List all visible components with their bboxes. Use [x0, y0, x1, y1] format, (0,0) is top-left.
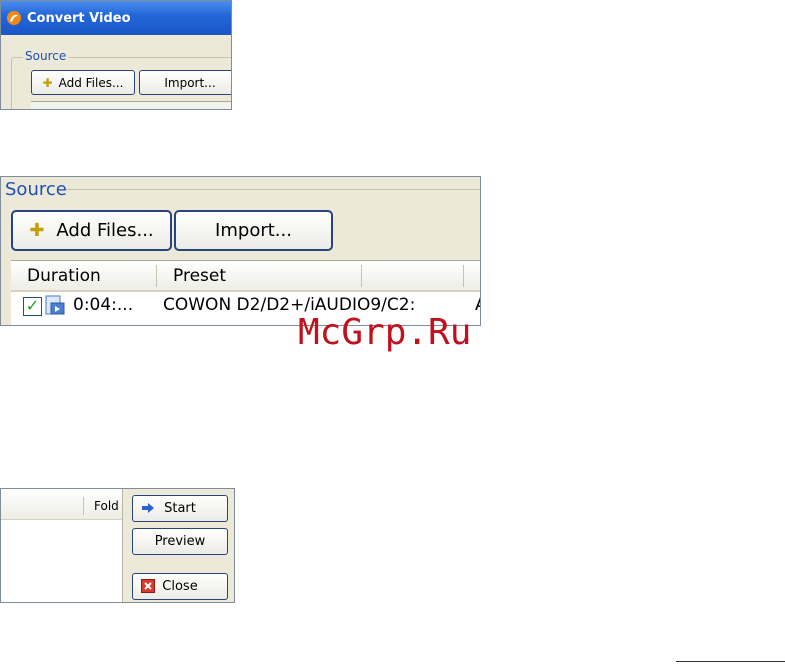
source-group-label: Source: [23, 49, 69, 63]
plus-icon: ✚: [29, 220, 45, 241]
footer-rule: [676, 661, 785, 662]
file-extra-column: A: [475, 295, 480, 315]
group-border: [63, 189, 480, 190]
add-files-label: Add Files...: [56, 220, 154, 241]
watermark-text: McGrp.Ru: [298, 312, 472, 353]
preview-label: Preview: [154, 534, 206, 549]
column-divider[interactable]: [463, 265, 464, 287]
column-divider[interactable]: [361, 265, 362, 287]
column-header-preset[interactable]: Preset: [173, 266, 226, 286]
file-list: Fold: [1, 489, 123, 602]
preview-button[interactable]: Preview: [132, 528, 228, 555]
file-list-header: Fold: [1, 489, 122, 520]
column-divider[interactable]: [83, 497, 84, 515]
close-label: Close: [162, 579, 198, 594]
start-label: Start: [164, 501, 196, 516]
file-list-header: [31, 101, 231, 109]
import-button[interactable]: Import...: [139, 70, 231, 95]
file-row-checkbox[interactable]: ✓: [23, 297, 42, 316]
video-file-icon: [45, 295, 65, 315]
app-icon: [7, 11, 21, 25]
close-button[interactable]: Close: [132, 573, 228, 600]
add-files-button[interactable]: ✚ Add Files...: [11, 210, 172, 251]
source-group-label: Source: [5, 179, 67, 200]
actions-crop: Fold Start Preview Close: [0, 488, 235, 603]
title-bar: Convert Video: [1, 1, 231, 35]
add-files-label: Add Files...: [58, 75, 124, 90]
column-header-folder[interactable]: Fold: [94, 499, 119, 513]
import-label: Import...: [215, 220, 292, 241]
column-divider[interactable]: [156, 265, 157, 287]
close-icon: [141, 579, 155, 593]
import-label: Import...: [164, 75, 216, 90]
add-files-button[interactable]: ✚ Add Files...: [31, 70, 135, 95]
window-title: Convert Video: [27, 11, 131, 26]
file-duration: 0:04:...: [73, 295, 134, 315]
column-header-duration[interactable]: Duration: [27, 266, 101, 286]
start-button[interactable]: Start: [132, 495, 228, 522]
plus-icon: ✚: [42, 75, 53, 90]
source-zoomed-crop: Source ✚ Add Files... Import... Duration…: [0, 176, 481, 326]
arrow-right-icon: [142, 503, 154, 513]
file-list-header: Duration Preset: [11, 261, 480, 292]
convert-video-window-crop: Convert Video Source ✚ Add Files... Impo…: [0, 0, 232, 110]
import-button[interactable]: Import...: [174, 210, 333, 251]
